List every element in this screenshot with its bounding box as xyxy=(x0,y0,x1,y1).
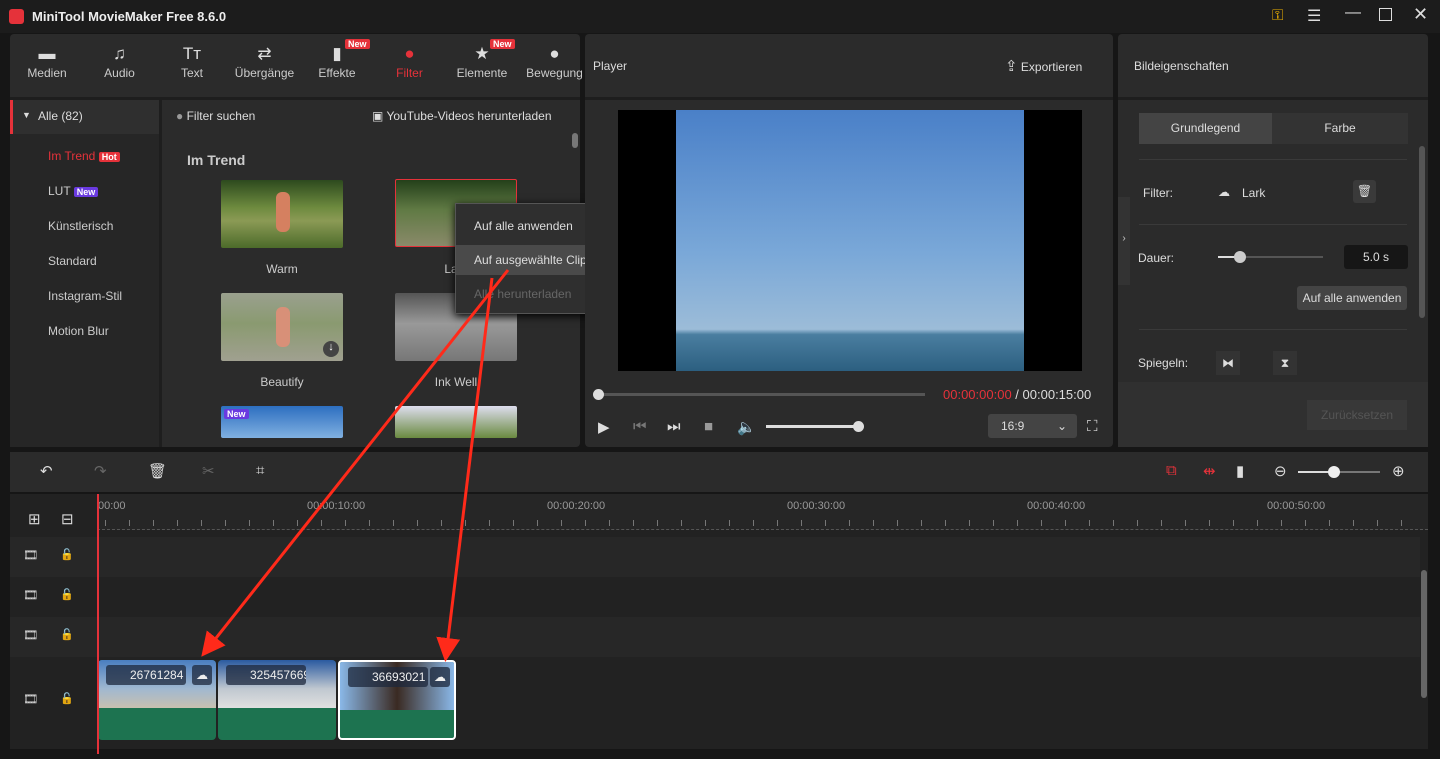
arrow-2 xyxy=(446,278,492,656)
annotation-arrows xyxy=(0,0,1440,759)
arrow-1 xyxy=(205,270,508,652)
